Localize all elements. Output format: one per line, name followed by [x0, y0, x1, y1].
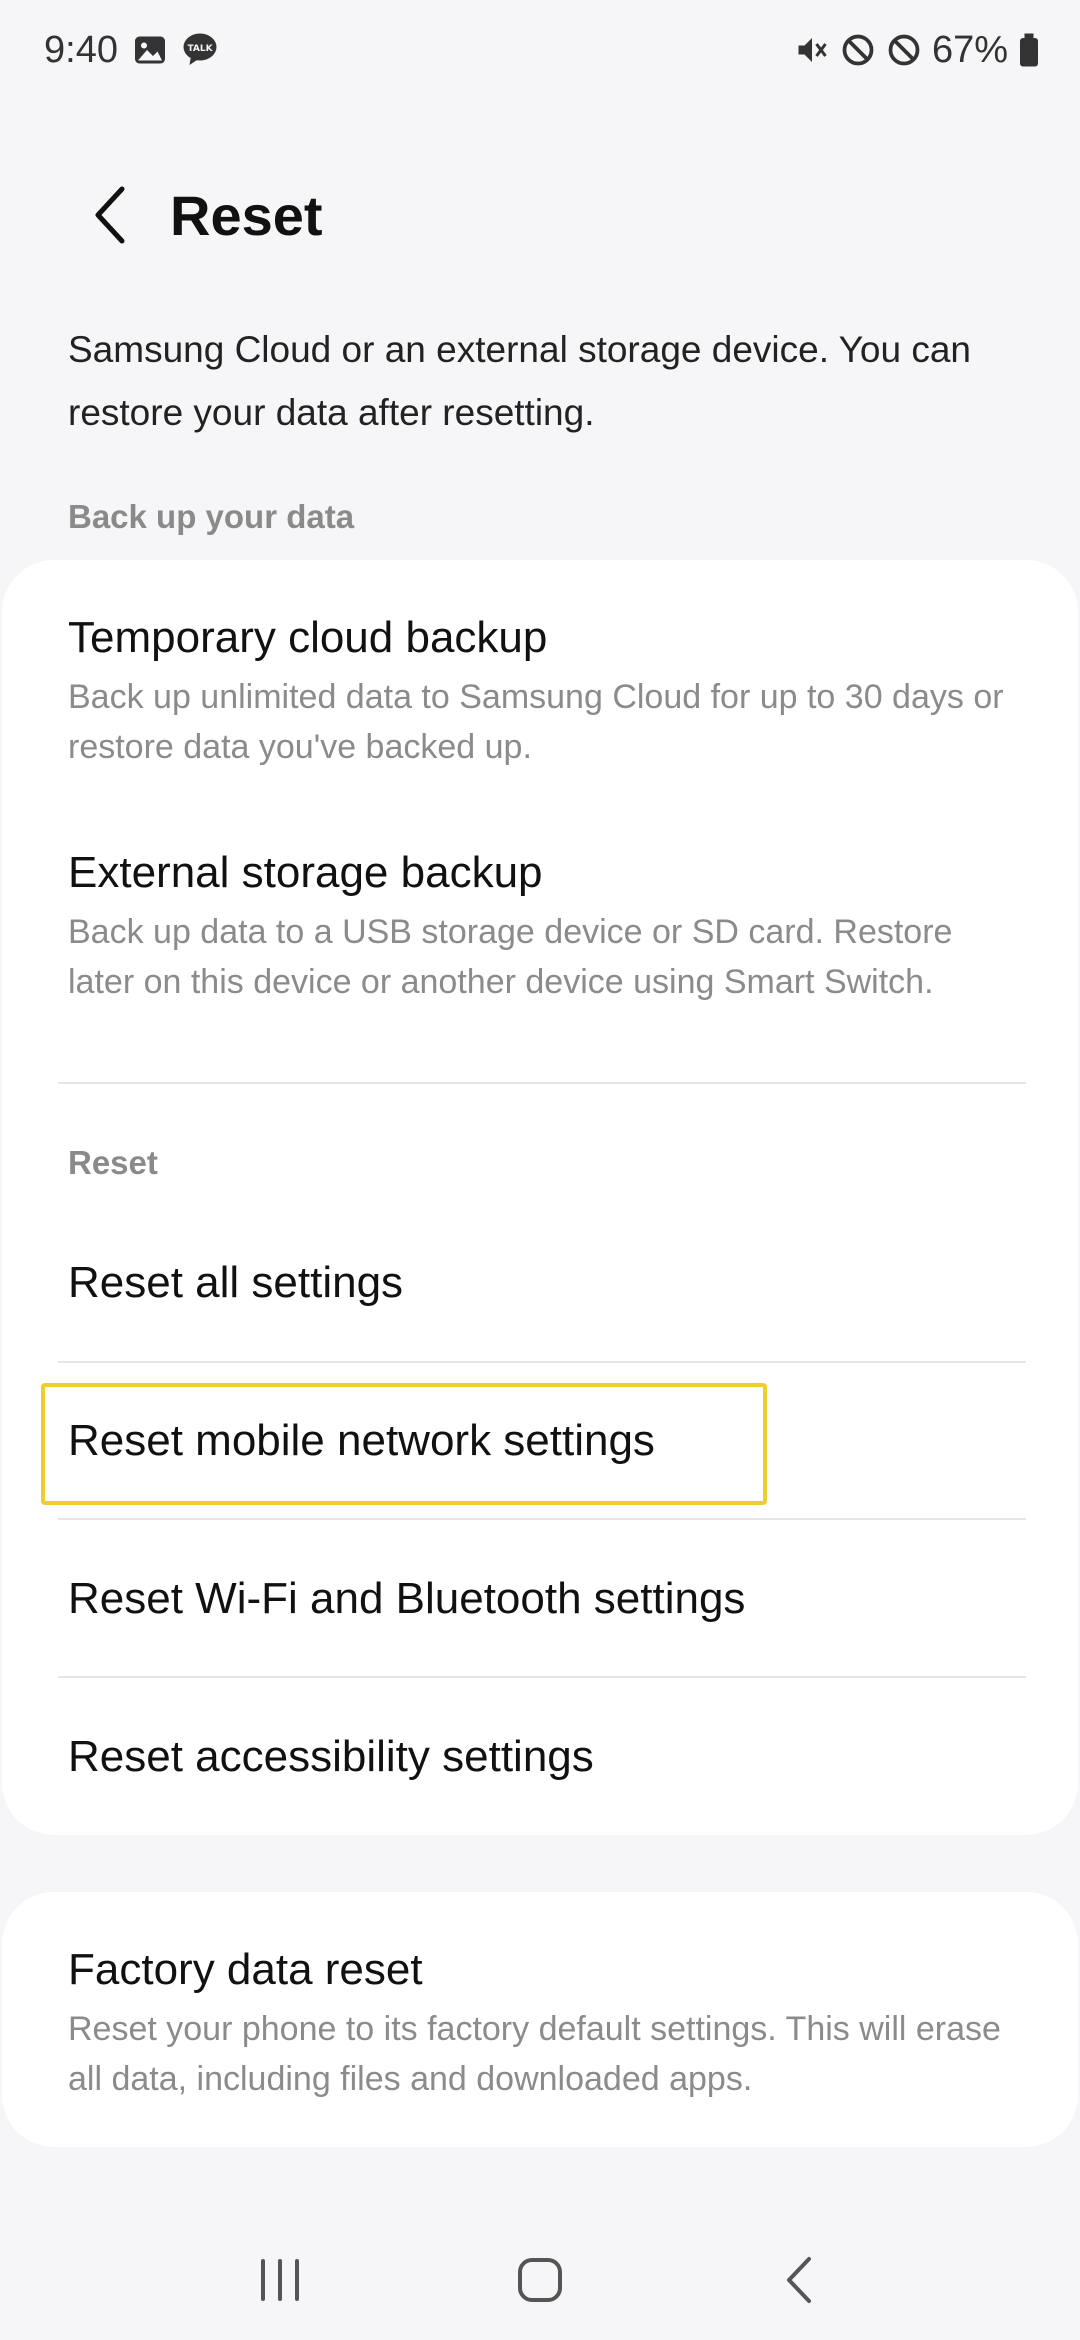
item-title: Reset Wi-Fi and Bluetooth settings — [68, 1574, 746, 1623]
item-title: Reset mobile network settings — [68, 1416, 655, 1465]
item-description: Back up unlimited data to Samsung Cloud … — [68, 678, 1004, 766]
item-description: Reset your phone to its factory default … — [68, 2010, 1001, 2098]
screen: 9:40 TALK 67% Reset Samsung Cloud or an … — [0, 0, 1080, 2340]
back-button[interactable] — [50, 155, 170, 275]
blocked-icon — [886, 32, 922, 68]
item-title: Temporary cloud backup — [68, 613, 548, 662]
intro-description: Samsung Cloud or an external storage dev… — [68, 329, 971, 433]
item-title: Factory data reset — [68, 1945, 423, 1994]
item-title: External storage backup — [68, 848, 543, 897]
do-not-disturb-icon — [840, 32, 876, 68]
section-label-reset: Reset — [68, 1144, 158, 1181]
svg-text:TALK: TALK — [187, 44, 213, 54]
home-button[interactable] — [500, 2240, 580, 2320]
mute-icon — [794, 32, 830, 68]
status-time: 9:40 — [44, 28, 118, 71]
divider — [58, 1082, 1026, 1084]
item-description: Back up data to a USB storage device or … — [68, 913, 953, 1001]
battery-percent: 67% — [931, 28, 1008, 71]
section-label-backup: Back up your data — [68, 498, 355, 535]
list-item-reset-mobile-network-settings[interactable]: Reset mobile network settings — [2, 1413, 1078, 1469]
divider — [58, 1361, 1026, 1363]
scroll-fade — [0, 280, 1080, 300]
factory-reset-card: Factory data reset Reset your phone to i… — [2, 1892, 1078, 2147]
battery-icon — [1018, 32, 1040, 68]
status-left: 9:40 TALK — [44, 29, 218, 72]
recent-apps-button[interactable] — [240, 2240, 320, 2320]
list-item-reset-all-settings[interactable]: Reset all settings — [2, 1255, 1078, 1311]
chevron-left-icon — [95, 186, 125, 244]
divider — [58, 1518, 1026, 1520]
item-title: Reset accessibility settings — [68, 1732, 594, 1781]
status-bar: 9:40 TALK 67% — [0, 0, 1080, 100]
reset-card: Reset all settings Reset mobile network … — [2, 1205, 1078, 1835]
gallery-icon — [132, 32, 168, 68]
back-nav-button[interactable] — [760, 2240, 840, 2320]
home-icon — [518, 2258, 562, 2302]
header: Reset — [0, 150, 1080, 280]
navigation-bar — [0, 2220, 1080, 2340]
list-item-external-storage-backup-content[interactable]: External storage backup Back up data to … — [2, 845, 1078, 1007]
back-icon — [787, 2257, 811, 2303]
talk-icon: TALK — [182, 32, 218, 68]
item-title: Reset all settings — [68, 1258, 404, 1307]
page-title: Reset — [170, 183, 323, 247]
divider — [58, 1676, 1026, 1678]
list-item-reset-accessibility-settings[interactable]: Reset accessibility settings — [2, 1729, 1078, 1785]
list-item-reset-wifi-bluetooth-settings[interactable]: Reset Wi-Fi and Bluetooth settings — [2, 1571, 1078, 1627]
recent-apps-icon — [261, 2259, 299, 2301]
list-item-factory-data-reset[interactable]: Factory data reset Reset your phone to i… — [2, 1942, 1078, 2104]
list-item-temporary-cloud-backup[interactable]: Temporary cloud backup Back up unlimited… — [2, 610, 1078, 772]
status-right: 67% — [794, 29, 1040, 72]
